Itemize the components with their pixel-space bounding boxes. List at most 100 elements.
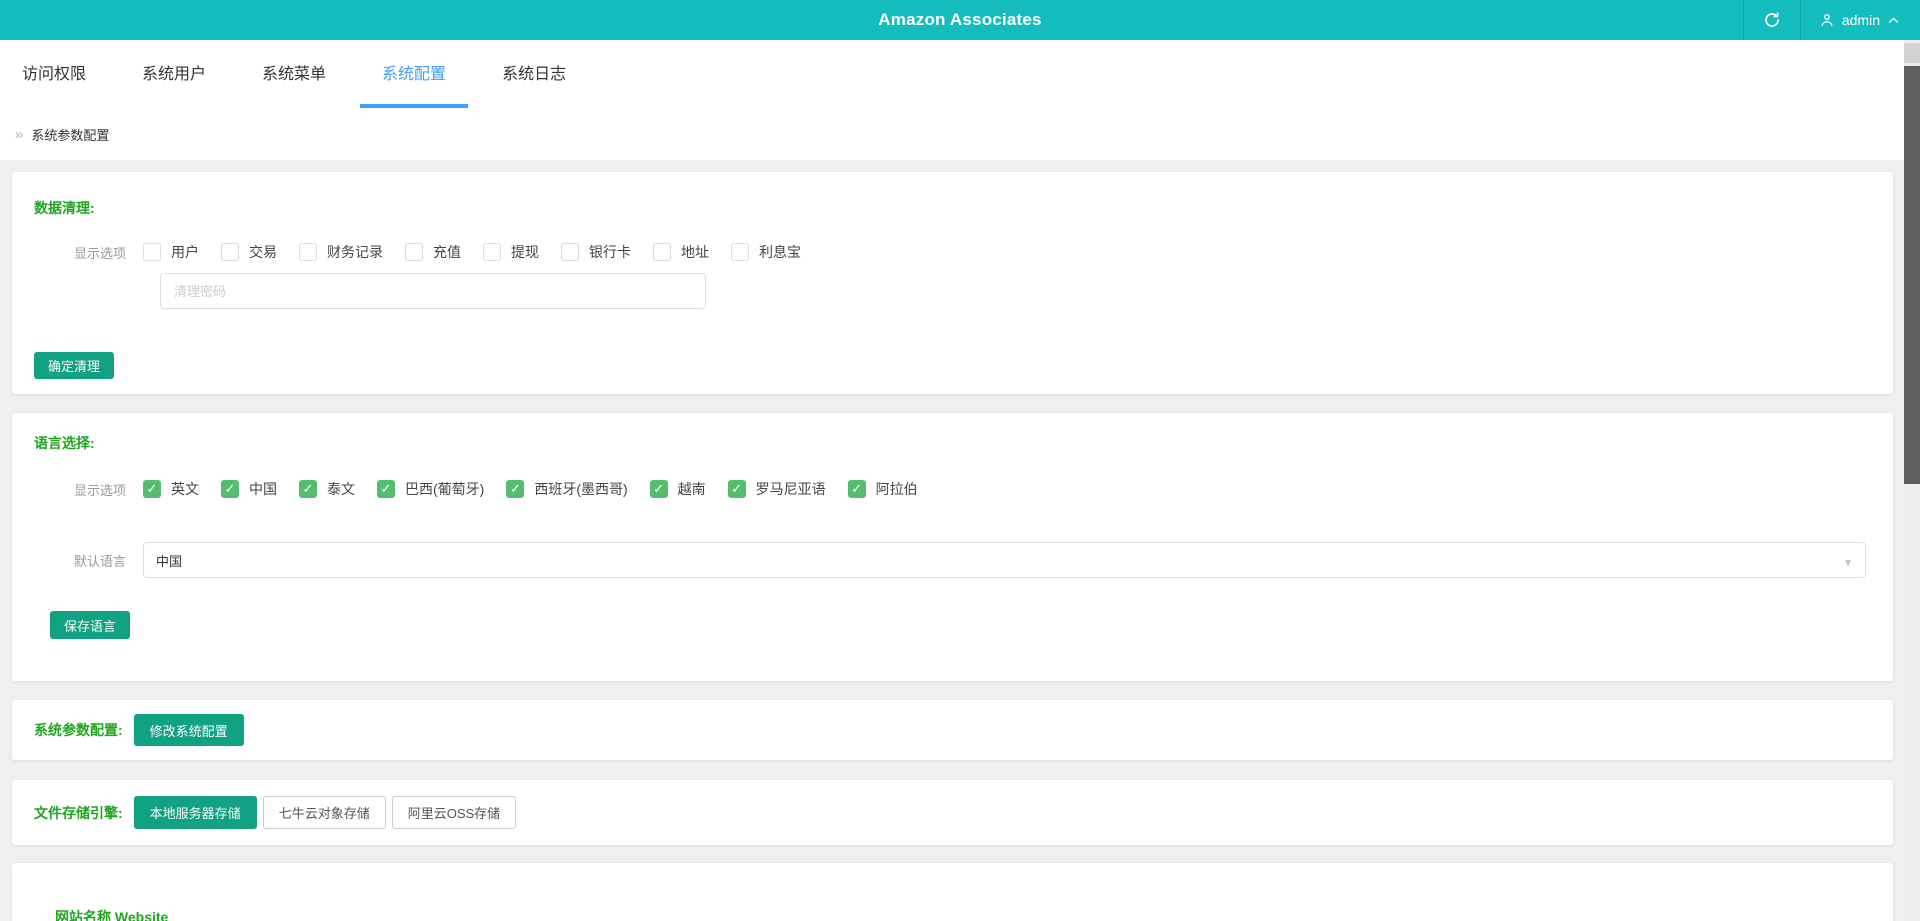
storage-option-label: 阿里云OSS存储 [407, 806, 501, 821]
tab-item[interactable]: 系统用户 [120, 40, 228, 108]
tab-label: 系统日志 [502, 66, 567, 83]
tab-item[interactable]: 访问权限 [0, 40, 108, 108]
cleanup-password-row [34, 273, 1871, 309]
language-option: 英文 [143, 479, 199, 499]
checkbox-label: 巴西(葡萄牙) [405, 481, 485, 497]
checkbox-unchecked[interactable] [299, 243, 317, 261]
user-icon [1819, 12, 1835, 28]
edit-system-config-button[interactable]: 修改系统配置 [133, 714, 244, 746]
cleanup-option: 提现 [483, 242, 539, 262]
cleanup-option: 地址 [653, 242, 709, 262]
checkbox-label: 提现 [511, 244, 539, 260]
language-option: 泰文 [299, 479, 355, 499]
language-option: 罗马尼亚语 [727, 479, 826, 499]
data-cleanup-card: 数据清理: 显示选项 用户 交易 财务记录 充值 提现 银行卡 地址 利息宝 清… [12, 172, 1893, 394]
checkbox-checked[interactable] [299, 480, 317, 498]
main-content: 数据清理: 显示选项 用户 交易 财务记录 充值 提现 银行卡 地址 利息宝 清… [0, 160, 1920, 921]
cleanup-password-input[interactable] [160, 273, 706, 309]
display-options-label: 显示选项 [73, 482, 126, 498]
checkbox-unchecked[interactable] [483, 243, 501, 261]
checkbox-label: 充值 [433, 244, 461, 260]
storage-options: 本地服务器存储 七牛云对象存储 阿里云OSS存储 [133, 796, 523, 829]
storage-option-button[interactable]: 阿里云OSS存储 [391, 796, 517, 829]
language-options-row: 显示选项 英文 中国 泰文 [34, 479, 1871, 499]
cleanup-option: 银行卡 [561, 242, 631, 262]
cleanup-checkbox-group: 用户 交易 财务记录 充值 提现 银行卡 地址 利息宝 [143, 242, 823, 262]
system-config-title: 系统参数配置: [34, 722, 123, 738]
cleanup-option: 交易 [221, 242, 277, 262]
refresh-button[interactable] [1742, 0, 1801, 40]
scrollbar-top-segment [1904, 43, 1920, 63]
save-language-button[interactable]: 保存语言 [50, 611, 131, 639]
checkbox-label: 西班牙(墨西哥) [534, 481, 628, 497]
checkbox-checked[interactable] [649, 480, 668, 498]
default-language-select[interactable]: 中国 [143, 542, 1866, 578]
cleanup-option: 用户 [143, 242, 199, 262]
app-title: Amazon Associates [878, 10, 1042, 29]
checkbox-checked[interactable] [727, 480, 746, 498]
double-angle-right-icon [15, 126, 23, 143]
tab-item[interactable]: 系统配置 [360, 40, 469, 108]
checkbox-checked[interactable] [221, 480, 239, 498]
checkbox-label: 阿拉伯 [875, 481, 918, 497]
system-config-card: 系统参数配置: 修改系统配置 [12, 700, 1893, 760]
tab-item[interactable]: 系统日志 [480, 40, 588, 108]
selected-language-value: 中国 [156, 553, 183, 569]
scrollbar-thumb[interactable] [1904, 66, 1920, 484]
breadcrumb: 系统参数配置 [0, 108, 1920, 160]
cleanup-option: 财务记录 [299, 242, 383, 262]
chevron-up-icon [1887, 14, 1900, 27]
user-menu[interactable]: admin [1801, 0, 1920, 40]
scrollbar-track[interactable] [1904, 40, 1920, 921]
default-language-label: 默认语言 [73, 553, 126, 569]
storage-option-button[interactable]: 七牛云对象存储 [262, 796, 386, 829]
checkbox-unchecked[interactable] [731, 243, 749, 261]
language-checkbox-group: 英文 中国 泰文 巴西(葡萄牙) [143, 479, 940, 499]
checkbox-label: 英文 [171, 481, 199, 497]
file-storage-title: 文件存储引擎: [34, 804, 123, 821]
language-option: 阿拉伯 [847, 479, 918, 499]
storage-option-label: 本地服务器存储 [149, 806, 241, 821]
language-option: 中国 [221, 479, 277, 499]
checkbox-unchecked[interactable] [221, 243, 239, 261]
language-option: 越南 [649, 479, 706, 499]
checkbox-label: 利息宝 [759, 244, 801, 260]
checkbox-label: 泰文 [327, 481, 355, 497]
user-name: admin [1841, 12, 1880, 28]
cleanup-option: 充值 [405, 242, 461, 262]
tab-label: 访问权限 [22, 66, 87, 83]
file-storage-card: 文件存储引擎: 本地服务器存储 七牛云对象存储 阿里云OSS存储 [12, 780, 1893, 845]
default-language-row: 默认语言 中国 [34, 542, 1871, 578]
checkbox-checked[interactable] [506, 480, 525, 498]
cleanup-option: 利息宝 [731, 242, 801, 262]
tab-label: 系统配置 [382, 66, 447, 83]
checkbox-checked[interactable] [143, 480, 161, 498]
tab-item[interactable]: 系统菜单 [240, 40, 348, 108]
checkbox-unchecked[interactable] [405, 243, 423, 261]
checkbox-checked[interactable] [377, 480, 395, 498]
checkbox-label: 银行卡 [589, 244, 631, 260]
checkbox-label: 财务记录 [327, 244, 383, 260]
storage-option-label: 七牛云对象存储 [278, 806, 370, 821]
language-title: 语言选择: [34, 435, 95, 451]
website-card: 网站名称 Website [12, 863, 1893, 921]
checkbox-label: 用户 [171, 244, 199, 260]
language-option: 巴西(葡萄牙) [377, 479, 484, 499]
checkbox-checked[interactable] [847, 480, 866, 498]
confirm-cleanup-button[interactable]: 确定清理 [34, 352, 115, 379]
website-name-title: 网站名称 Website [55, 909, 169, 921]
app-header: Amazon Associates admin [0, 0, 1920, 40]
checkbox-label: 地址 [681, 244, 709, 260]
checkbox-unchecked[interactable] [143, 243, 161, 261]
tab-bar: 访问权限 系统用户 系统菜单 系统配置 系统日志 [0, 40, 1920, 108]
checkbox-unchecked[interactable] [561, 243, 579, 261]
cleanup-options-row: 显示选项 用户 交易 财务记录 充值 提现 银行卡 地址 利息宝 [34, 242, 1871, 262]
storage-option-button[interactable]: 本地服务器存储 [133, 796, 257, 829]
checkbox-label: 越南 [677, 481, 706, 497]
header-controls: admin [1742, 0, 1920, 40]
language-card: 语言选择: 显示选项 英文 中国 泰 [12, 413, 1893, 681]
checkbox-label: 罗马尼亚语 [755, 481, 826, 497]
checkbox-unchecked[interactable] [653, 243, 671, 261]
breadcrumb-label: 系统参数配置 [31, 127, 110, 143]
tab-label: 系统用户 [142, 66, 207, 83]
